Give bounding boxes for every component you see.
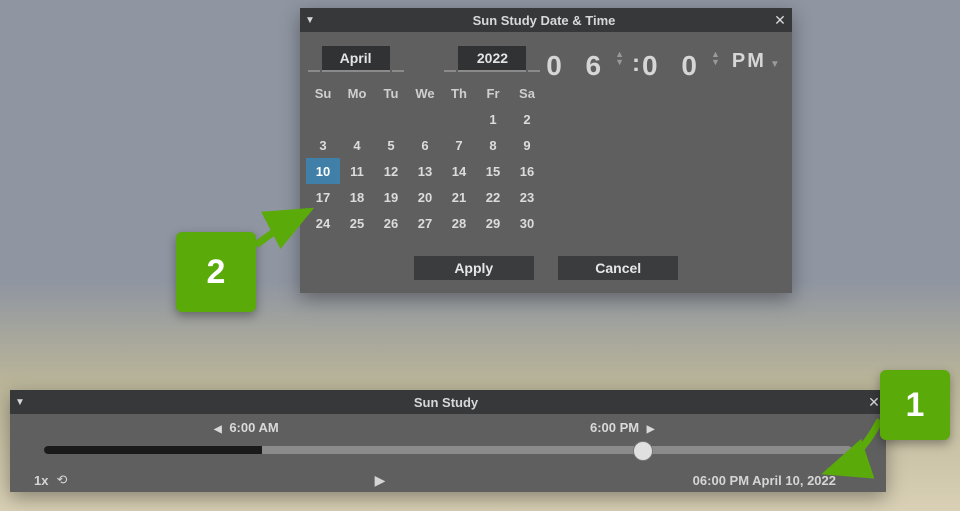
calendar-day[interactable]: 18	[340, 184, 374, 210]
calendar-day[interactable]: 7	[442, 132, 476, 158]
calendar-day[interactable]: 27	[408, 210, 442, 236]
timeline-footer: 1x ⟲ ▶ 06:00 PM April 10, 2022	[10, 468, 886, 492]
calendar-day[interactable]: 4	[340, 132, 374, 158]
collapse-icon[interactable]: ▼	[300, 15, 320, 26]
hour-digits: 0 6	[546, 50, 609, 82]
dialog-title: Sun Study Date & Time	[320, 13, 768, 28]
calendar-day[interactable]: 15	[476, 158, 510, 184]
calendar-weekday: We	[408, 80, 442, 106]
timeline-title: Sun Study	[30, 395, 862, 410]
calendar-day[interactable]: 11	[340, 158, 374, 184]
calendar-day[interactable]: 17	[306, 184, 340, 210]
calendar-day[interactable]: 6	[408, 132, 442, 158]
end-time-label[interactable]: 6:00 PM ▶	[590, 420, 658, 435]
calendar-day[interactable]: 22	[476, 184, 510, 210]
apply-button[interactable]: Apply	[414, 256, 534, 280]
playback-speed[interactable]: 1x	[34, 473, 48, 488]
calendar-day[interactable]: 29	[476, 210, 510, 236]
calendar-day[interactable]: 1	[476, 106, 510, 132]
calendar-day[interactable]: 21	[442, 184, 476, 210]
arrow-left-icon: ◀	[214, 424, 222, 435]
time-slider-handle[interactable]	[633, 441, 653, 461]
sun-study-datetime-dialog: ▼ Sun Study Date & Time ✕ April 2022 SuM…	[300, 8, 792, 293]
close-icon[interactable]: ✕	[768, 12, 792, 29]
calendar-day[interactable]: 20	[408, 184, 442, 210]
year-dropdown[interactable]: 2022	[458, 46, 526, 72]
calendar-weekday: Fr	[476, 80, 510, 106]
time-colon: :	[632, 50, 640, 78]
calendar-day[interactable]: 28	[442, 210, 476, 236]
chevron-down-icon: ▼	[770, 59, 782, 70]
calendar-day[interactable]: 19	[374, 184, 408, 210]
dialog-button-row: Apply Cancel	[300, 256, 792, 280]
start-time-label[interactable]: ◀ 6:00 AM	[210, 420, 279, 435]
calendar-weekday: Sa	[510, 80, 544, 106]
callout-2: 2	[176, 232, 256, 312]
calendar-day	[340, 106, 374, 132]
calendar-day[interactable]: 12	[374, 158, 408, 184]
play-button[interactable]: ▶	[67, 472, 692, 489]
calendar-day[interactable]: 24	[306, 210, 340, 236]
calendar-day[interactable]: 5	[374, 132, 408, 158]
calendar-day	[408, 106, 442, 132]
loop-icon[interactable]: ⟲	[56, 472, 67, 488]
arrow-right-icon: ▶	[647, 424, 655, 435]
calendar-day[interactable]: 14	[442, 158, 476, 184]
calendar-day[interactable]: 25	[340, 210, 374, 236]
month-dropdown[interactable]: April	[322, 46, 390, 72]
calendar-day[interactable]: 16	[510, 158, 544, 184]
calendar-day[interactable]: 30	[510, 210, 544, 236]
calendar-weekday: Th	[442, 80, 476, 106]
calendar-day[interactable]: 23	[510, 184, 544, 210]
calendar-day	[374, 106, 408, 132]
calendar-grid: SuMoTuWeThFrSa 1234567891011121314151617…	[306, 80, 544, 236]
callout-1: 1	[880, 370, 950, 440]
minute-spinner[interactable]: ▲▼	[711, 50, 720, 66]
hour-spinner[interactable]: ▲▼	[615, 50, 624, 66]
time-picker: 0 6 ▲▼ : 0 0 ▲▼ PM▼	[544, 32, 784, 236]
cancel-button[interactable]: Cancel	[558, 256, 678, 280]
calendar-column: April 2022 SuMoTuWeThFrSa 12345678910111…	[304, 32, 544, 236]
calendar-day[interactable]: 3	[306, 132, 340, 158]
calendar-weekday: Tu	[374, 80, 408, 106]
time-slider-dark	[44, 446, 262, 454]
calendar-day[interactable]: 10	[306, 158, 340, 184]
calendar-day	[442, 106, 476, 132]
ampm-selector[interactable]: PM▼	[732, 50, 782, 73]
sun-study-timeline-panel: ▼ Sun Study ✕ ◀ 6:00 AM 6:00 PM ▶ 1x ⟲ ▶…	[10, 390, 886, 492]
calendar-day[interactable]: 2	[510, 106, 544, 132]
minute-digits: 0 0	[642, 50, 705, 82]
calendar-day[interactable]: 8	[476, 132, 510, 158]
calendar-day[interactable]: 26	[374, 210, 408, 236]
timeline-timestamp[interactable]: 06:00 PM April 10, 2022	[693, 473, 836, 488]
calendar-weekday: Su	[306, 80, 340, 106]
dialog-titlebar: ▼ Sun Study Date & Time ✕	[300, 8, 792, 32]
timeline-titlebar: ▼ Sun Study ✕	[10, 390, 886, 414]
calendar-day	[306, 106, 340, 132]
collapse-icon[interactable]: ▼	[10, 397, 30, 408]
calendar-day[interactable]: 9	[510, 132, 544, 158]
calendar-day[interactable]: 13	[408, 158, 442, 184]
calendar-weekday: Mo	[340, 80, 374, 106]
